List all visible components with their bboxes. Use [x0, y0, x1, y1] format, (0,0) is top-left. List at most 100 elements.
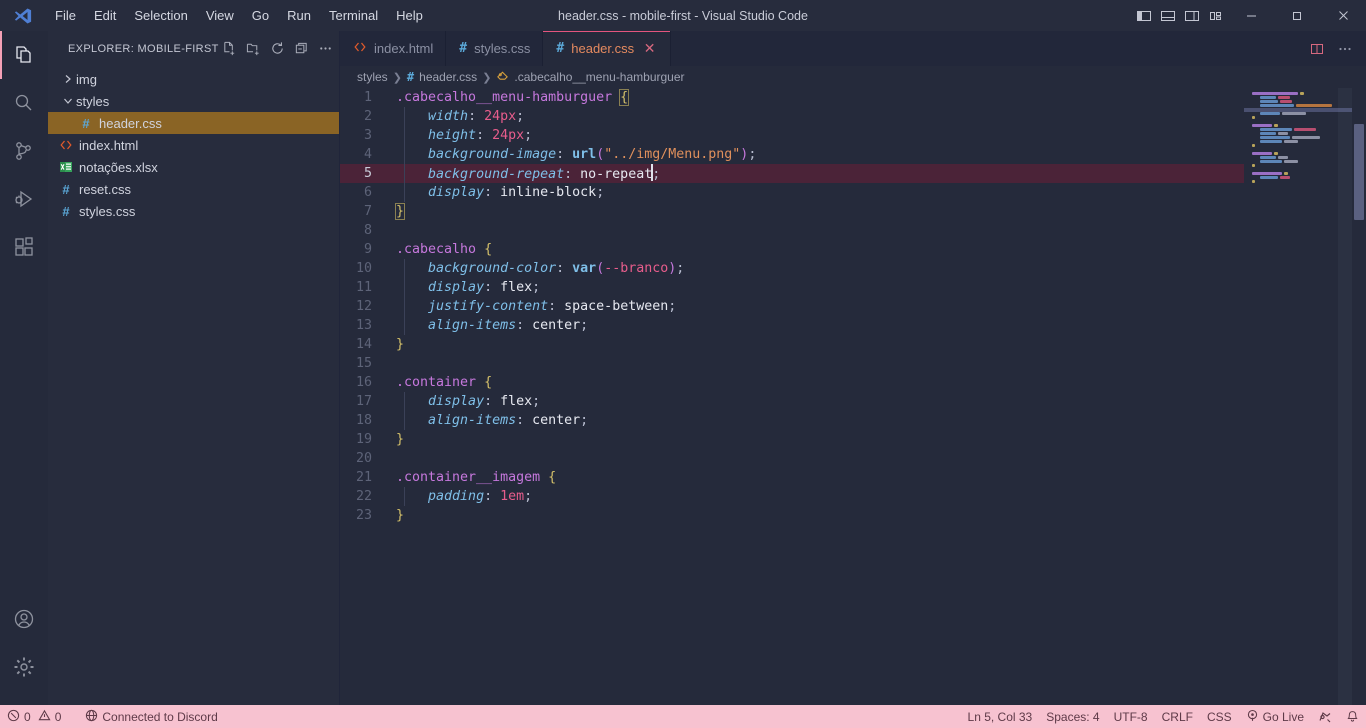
tree-item-header-css[interactable]: # header.css — [48, 112, 339, 134]
code-line[interactable]: 23 } — [340, 506, 1244, 525]
code-line[interactable]: 4 background-image: url("../img/Menu.png… — [340, 145, 1244, 164]
code-line[interactable]: 3 height: 24px; — [340, 126, 1244, 145]
code-scroll-area[interactable]: 1 .cabecalho__menu-hamburguer { 2 width:… — [340, 88, 1244, 705]
tree-item-img[interactable]: img — [48, 68, 339, 90]
code-line[interactable]: 15 — [340, 354, 1244, 373]
notifications-bell-icon[interactable] — [1339, 705, 1366, 728]
tab-close-icon[interactable]: ✕ — [641, 40, 658, 57]
activity-settings-gear-icon[interactable] — [0, 643, 48, 691]
code-text: background-image: url("../img/Menu.png")… — [396, 145, 756, 164]
new-file-icon[interactable] — [219, 38, 241, 60]
chevron-down-icon — [60, 95, 76, 107]
customize-layout-icon[interactable] — [1204, 0, 1228, 31]
code-line[interactable]: 2 width: 24px; — [340, 107, 1244, 126]
css-file-icon: # — [82, 115, 90, 131]
activity-run-debug-icon[interactable] — [0, 175, 48, 223]
code-line[interactable]: 10 background-color: var(--branco); — [340, 259, 1244, 278]
new-folder-icon[interactable] — [243, 38, 265, 60]
code-text: .container { — [396, 375, 493, 390]
discord-status[interactable]: Connected to Discord — [78, 705, 224, 728]
menu-go[interactable]: Go — [243, 4, 278, 27]
minimap-slider[interactable] — [1338, 88, 1352, 705]
tree-item-notacoes-xlsx[interactable]: notações.xlsx — [48, 156, 339, 178]
menu-view[interactable]: View — [197, 4, 243, 27]
breadcrumb-symbol-selector[interactable]: .cabecalho__menu-hamburguer — [496, 69, 685, 85]
code-line[interactable]: 11 display: flex; — [340, 278, 1244, 297]
editor-more-actions-icon[interactable] — [1332, 34, 1358, 64]
code-line[interactable]: 9 .cabecalho { — [340, 240, 1244, 259]
activity-source-control-icon[interactable] — [0, 127, 48, 175]
code-line[interactable]: 17 display: flex; — [340, 392, 1244, 411]
language-mode-status[interactable]: CSS — [1200, 705, 1239, 728]
remote-feedback-icon[interactable] — [1311, 705, 1339, 728]
code-text: background-color: var(--branco); — [396, 259, 684, 278]
code-text: padding: 1em; — [396, 487, 532, 506]
code-line[interactable]: 19 } — [340, 430, 1244, 449]
cursor-position-status[interactable]: Ln 5, Col 33 — [961, 705, 1040, 728]
code-line[interactable]: 18 align-items: center; — [340, 411, 1244, 430]
menu-selection[interactable]: Selection — [125, 4, 196, 27]
menu-run[interactable]: Run — [278, 4, 320, 27]
tab-index-html[interactable]: index.html — [340, 31, 447, 66]
window-minimize-button[interactable] — [1228, 0, 1274, 31]
encoding-status[interactable]: UTF-8 — [1107, 705, 1155, 728]
tree-item-label: index.html — [79, 137, 139, 153]
activity-explorer-icon[interactable] — [0, 31, 48, 79]
split-editor-right-icon[interactable] — [1304, 34, 1330, 64]
line-number: 9 — [363, 242, 372, 257]
activity-extensions-icon[interactable] — [0, 223, 48, 271]
tree-item-styles[interactable]: styles — [48, 90, 339, 112]
code-line[interactable]: 8 — [340, 221, 1244, 240]
tab-styles-css[interactable]: # styles.css — [446, 31, 544, 66]
code-line-current[interactable]: 5 background-repeat: no-repeat; — [340, 164, 1244, 183]
code-editor[interactable]: 1 .cabecalho__menu-hamburguer { 2 width:… — [340, 88, 1366, 705]
code-line[interactable]: 6 display: inline-block; — [340, 183, 1244, 202]
go-live-status[interactable]: Go Live — [1239, 705, 1311, 728]
chevron-right-icon: ❯ — [482, 71, 492, 84]
menu-file[interactable]: File — [46, 4, 85, 27]
window-maximize-button[interactable] — [1274, 0, 1320, 31]
menu-edit[interactable]: Edit — [85, 4, 125, 27]
activity-search-icon[interactable] — [0, 79, 48, 127]
tree-item-reset-css[interactable]: # reset.css — [48, 178, 339, 200]
breadcrumb-folder-styles[interactable]: styles — [357, 70, 388, 84]
code-line[interactable]: 21 .container__imagem { — [340, 468, 1244, 487]
indentation-status[interactable]: Spaces: 4 — [1039, 705, 1106, 728]
minimap[interactable] — [1244, 88, 1352, 705]
editor-scrollbar-thumb[interactable] — [1354, 124, 1364, 220]
code-content[interactable]: 1 .cabecalho__menu-hamburguer { 2 width:… — [340, 88, 1244, 525]
tab-header-css[interactable]: # header.css ✕ — [543, 31, 672, 66]
eol-status[interactable]: CRLF — [1155, 705, 1200, 728]
activity-accounts-icon[interactable] — [0, 595, 48, 643]
code-line[interactable]: 16 .container { — [340, 373, 1244, 392]
line-number: 14 — [355, 337, 372, 352]
code-line[interactable]: 1 .cabecalho__menu-hamburguer { — [340, 88, 1244, 107]
refresh-explorer-icon[interactable] — [267, 38, 289, 60]
problems-status[interactable]: 0 0 — [0, 705, 68, 728]
menu-help[interactable]: Help — [387, 4, 432, 27]
menu-terminal[interactable]: Terminal — [320, 4, 387, 27]
window-close-button[interactable] — [1320, 0, 1366, 31]
breadcrumb: styles ❯ # header.css ❯ .cabecalho__menu… — [340, 66, 1366, 88]
toggle-panel-icon[interactable] — [1156, 0, 1180, 31]
code-line[interactable]: 7 } — [340, 202, 1244, 221]
collapse-folders-icon[interactable] — [291, 38, 313, 60]
views-and-more-actions-icon[interactable] — [315, 38, 337, 60]
code-line[interactable]: 12 justify-content: space-between; — [340, 297, 1244, 316]
tree-item-index-html[interactable]: index.html — [48, 134, 339, 156]
status-bar: 0 0 Connected to Discord Ln 5, Col 33 Sp… — [0, 705, 1366, 728]
minimap-content — [1244, 88, 1352, 183]
toggle-secondary-sidebar-icon[interactable] — [1180, 0, 1204, 31]
tree-item-styles-css[interactable]: # styles.css — [48, 200, 339, 222]
code-line[interactable]: 13 align-items: center; — [340, 316, 1244, 335]
code-line[interactable]: 22 padding: 1em; — [340, 487, 1244, 506]
line-number: 10 — [355, 261, 372, 276]
editor-scrollbar[interactable] — [1352, 88, 1366, 705]
breadcrumb-file-header-css[interactable]: # header.css — [407, 70, 477, 84]
css-file-icon: # — [62, 203, 70, 219]
code-text: height: 24px; — [396, 126, 532, 145]
code-line[interactable]: 14 } — [340, 335, 1244, 354]
code-line[interactable]: 20 — [340, 449, 1244, 468]
go-live-label: Go Live — [1262, 709, 1304, 724]
toggle-primary-sidebar-icon[interactable] — [1132, 0, 1156, 31]
